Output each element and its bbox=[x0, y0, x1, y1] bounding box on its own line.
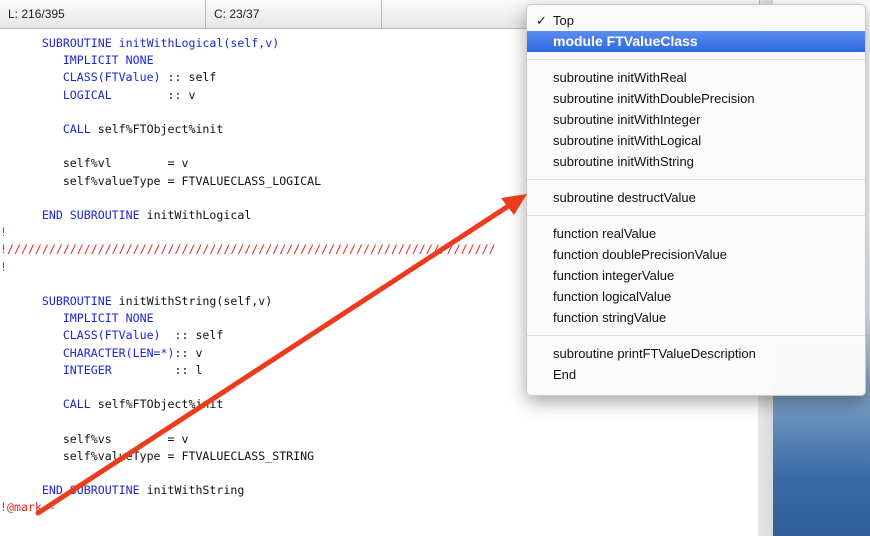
code-token: ! bbox=[0, 259, 7, 274]
menu-item[interactable]: module FTValueClass bbox=[527, 31, 865, 52]
code-token: self%FTObject%init bbox=[97, 397, 224, 412]
menu-item[interactable]: subroutine initWithDoublePrecision bbox=[527, 88, 865, 109]
code-token: initWithLogical bbox=[146, 208, 252, 222]
code-line: self%vs = v bbox=[0, 431, 758, 448]
code-token: LOGICAL bbox=[0, 87, 168, 102]
code-token: IMPLICIT NONE bbox=[0, 311, 154, 326]
menu-item[interactable]: subroutine initWithString bbox=[527, 151, 865, 172]
code-token: :: self bbox=[167, 70, 217, 85]
menu-item-label: subroutine destructValue bbox=[553, 190, 696, 205]
code-token: initWithString(self,v) bbox=[118, 294, 273, 308]
code-token: INTEGER bbox=[0, 362, 175, 377]
code-line: END SUBROUTINE initWithString bbox=[0, 482, 758, 499]
menu-item[interactable]: ✓ Top bbox=[527, 10, 865, 31]
code-token: self%vl = v bbox=[0, 156, 189, 171]
menu-item[interactable]: subroutine printFTValueDescription bbox=[527, 343, 865, 364]
code-token: self%valueType = FTVALUECLASS_LOGICAL bbox=[0, 173, 322, 188]
menu-item-label: Top bbox=[553, 13, 574, 28]
code-line: CALL self%FTObject%init bbox=[0, 396, 758, 413]
menu-item-label: End bbox=[553, 367, 577, 382]
menu-item[interactable]: function logicalValue bbox=[527, 286, 865, 307]
menu-item-label: function stringValue bbox=[553, 310, 667, 325]
menu-item[interactable]: function doublePrecisionValue bbox=[527, 244, 865, 265]
menu-separator bbox=[527, 215, 865, 216]
menu-separator bbox=[527, 335, 865, 336]
code-token: self%valueType = FTVALUECLASS_STRING bbox=[0, 448, 315, 463]
code-line: self%valueType = FTVALUECLASS_STRING bbox=[0, 448, 758, 465]
menu-item-label: subroutine initWithReal bbox=[553, 70, 687, 85]
code-token: self%vs = v bbox=[0, 431, 189, 446]
code-token: !///////////////////////////////////////… bbox=[0, 242, 496, 257]
code-token: CALL bbox=[0, 397, 98, 412]
code-token: END SUBROUTINE bbox=[0, 208, 147, 222]
code-token: END SUBROUTINE bbox=[0, 483, 147, 498]
code-token: CALL bbox=[0, 122, 98, 136]
code-token: :: v bbox=[167, 87, 196, 102]
code-token: :: v bbox=[174, 345, 203, 360]
checkmark-icon: ✓ bbox=[536, 13, 547, 28]
menu-separator bbox=[527, 59, 865, 60]
menu-item[interactable]: function stringValue bbox=[527, 307, 865, 328]
menu-item-label: subroutine initWithLogical bbox=[553, 133, 702, 148]
code-token: self%FTObject%init bbox=[97, 122, 224, 136]
code-token: :: self bbox=[174, 328, 224, 343]
menu-item[interactable]: function integerValue bbox=[527, 265, 865, 286]
code-token: CHARACTER(LEN=*) bbox=[0, 345, 175, 360]
menu-item-label: function integerValue bbox=[553, 268, 675, 283]
menu-item[interactable]: subroutine initWithLogical bbox=[527, 130, 865, 151]
menu-item-label: function realValue bbox=[553, 226, 657, 241]
code-token: SUBROUTINE initWithLogical(self,v) bbox=[0, 36, 280, 50]
line-indicator[interactable]: L: 216/395 bbox=[0, 0, 206, 28]
menu-item-label: function logicalValue bbox=[553, 289, 672, 304]
menu-item-label: subroutine initWithString bbox=[553, 154, 694, 169]
menu-item-label: subroutine printFTValueDescription bbox=[553, 346, 756, 361]
code-token: CLASS(FTValue) bbox=[0, 70, 168, 85]
function-menu: ✓ Top module FTValueClass subroutine initWi… bbox=[526, 4, 866, 396]
menu-item[interactable]: subroutine initWithInteger bbox=[527, 109, 865, 130]
code-token: !@mark - bbox=[0, 500, 56, 515]
menu-item-label: subroutine initWithInteger bbox=[553, 112, 701, 127]
menu-item-label: module FTValueClass bbox=[553, 33, 698, 49]
column-indicator[interactable]: C: 23/37 bbox=[206, 0, 382, 28]
menu-item[interactable]: subroutine destructValue bbox=[527, 187, 865, 208]
menu-item-label: subroutine initWithDoublePrecision bbox=[553, 91, 755, 106]
code-token: SUBROUTINE bbox=[0, 294, 119, 308]
menu-item[interactable]: End bbox=[527, 364, 865, 385]
menu-separator bbox=[527, 179, 865, 180]
menu-item[interactable]: function realValue bbox=[527, 223, 865, 244]
code-token: :: l bbox=[174, 362, 203, 377]
menu-item-label: function doublePrecisionValue bbox=[553, 247, 727, 262]
code-token: initWithString bbox=[146, 483, 245, 498]
code-token: CLASS(FTValue) bbox=[0, 328, 175, 343]
code-line: !@mark - bbox=[0, 499, 758, 516]
menu-item[interactable]: subroutine initWithReal bbox=[527, 67, 865, 88]
code-token: ! bbox=[0, 225, 7, 240]
code-token: IMPLICIT NONE bbox=[0, 53, 154, 68]
